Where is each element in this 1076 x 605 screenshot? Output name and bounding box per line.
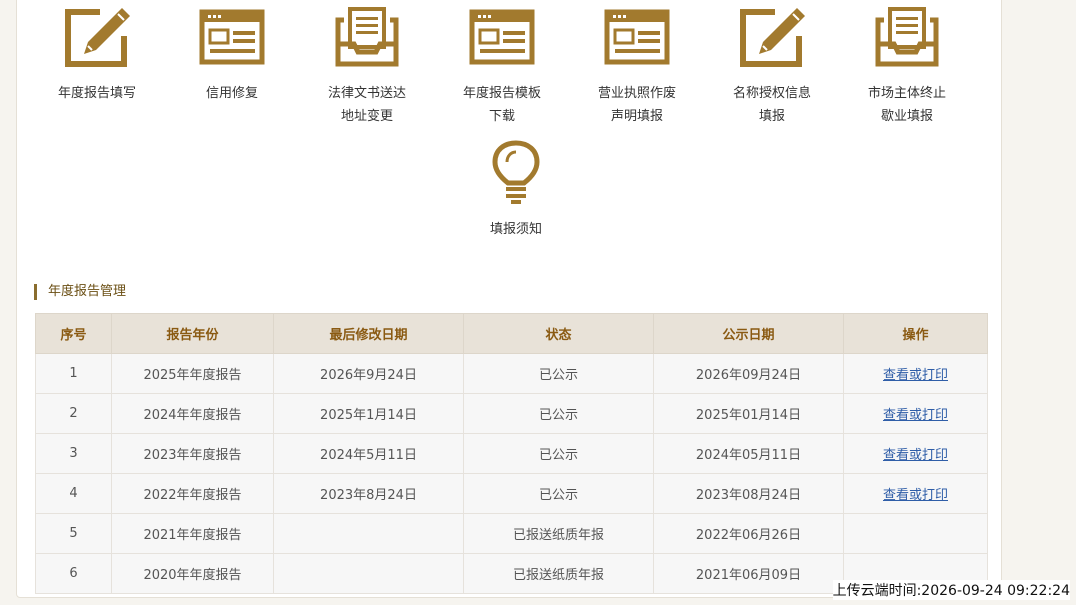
tile-legal-address-change[interactable]: 法律文书送达 地址变更 — [299, 6, 435, 128]
tile-label-line1: 填报须知 — [489, 222, 542, 237]
cell-publish-date: 2025年01月14日 — [653, 393, 844, 434]
table-row: 3 2023年年度报告 2024年5月11日 已公示 2024年05月11日 查看或打印 — [35, 433, 988, 474]
cell-status: 已公示 — [463, 353, 654, 394]
tile-label: 信用修复 — [164, 82, 300, 105]
pencil-edit-icon — [704, 6, 840, 68]
cell-last-modified: 2025年1月14日 — [273, 393, 464, 434]
tile-license-void-declaration[interactable]: 营业执照作废 声明填报 — [569, 6, 705, 128]
view-print-link[interactable]: 查看或打印 — [883, 368, 948, 383]
header-status: 状态 — [463, 313, 654, 354]
table-row: 2 2024年年度报告 2025年1月14日 已公示 2025年01月14日 查看或打印 — [35, 393, 988, 434]
tile-label-line2: 声明填报 — [610, 109, 663, 124]
header-index: 序号 — [35, 313, 112, 354]
cell-last-modified — [273, 553, 464, 594]
cell-report-year: 2022年年度报告 — [111, 473, 274, 514]
view-print-link[interactable]: 查看或打印 — [883, 488, 948, 503]
browser-window-icon — [164, 6, 300, 68]
cell-action — [843, 513, 988, 554]
table-row: 4 2022年年度报告 2023年8月24日 已公示 2023年08月24日 查看或打印 — [35, 473, 988, 514]
cell-action: 查看或打印 — [843, 353, 988, 394]
tile-label-line2: 地址变更 — [340, 109, 393, 124]
tile-entity-termination[interactable]: 市场主体终止 歇业填报 — [839, 6, 975, 128]
view-print-link[interactable]: 查看或打印 — [883, 448, 948, 463]
cell-index: 1 — [35, 353, 112, 394]
tile-label: 市场主体终止 歇业填报 — [839, 82, 975, 128]
section-title: 年度报告管理 — [34, 284, 126, 300]
cell-index: 4 — [35, 473, 112, 514]
lightbulb-icon — [448, 140, 584, 204]
table-row: 5 2021年年度报告 已报送纸质年报 2022年06月26日 — [35, 513, 988, 554]
cell-report-year: 2021年年度报告 — [111, 513, 274, 554]
cell-publish-date: 2024年05月11日 — [653, 433, 844, 474]
tile-report-template-download[interactable]: 年度报告模板 下载 — [434, 6, 570, 128]
tile-label-line1: 法律文书送达 — [327, 86, 406, 101]
tile-label-line2: 歇业填报 — [880, 109, 933, 124]
browser-window-icon — [434, 6, 570, 68]
tile-credit-repair[interactable]: 信用修复 — [164, 6, 300, 105]
cell-last-modified — [273, 513, 464, 554]
table-row: 1 2025年年度报告 2026年9月24日 已公示 2026年09月24日 查看或打印 — [35, 353, 988, 394]
tile-label: 法律文书送达 地址变更 — [299, 82, 435, 128]
tile-label-line1: 年度报告填写 — [57, 86, 136, 101]
cell-publish-date: 2022年06月26日 — [653, 513, 844, 554]
tile-label: 营业执照作废 声明填报 — [569, 82, 705, 128]
cell-index: 5 — [35, 513, 112, 554]
cell-index: 3 — [35, 433, 112, 474]
cell-action: 查看或打印 — [843, 433, 988, 474]
document-tray-icon — [299, 6, 435, 68]
cell-report-year: 2024年年度报告 — [111, 393, 274, 434]
tile-annual-report-fill[interactable]: 年度报告填写 — [29, 6, 165, 105]
table-header-row: 序号 报告年份 最后修改日期 状态 公示日期 操作 — [35, 313, 988, 354]
tile-label: 年度报告模板 下载 — [434, 82, 570, 128]
cell-last-modified: 2026年9月24日 — [273, 353, 464, 394]
annual-report-table: 序号 报告年份 最后修改日期 状态 公示日期 操作 1 2025年年度报告 2026… — [35, 313, 988, 594]
cell-index: 2 — [35, 393, 112, 434]
cell-action: 查看或打印 — [843, 393, 988, 434]
header-publish-date: 公示日期 — [653, 313, 844, 354]
cell-publish-date: 2023年08月24日 — [653, 473, 844, 514]
cell-index: 6 — [35, 553, 112, 594]
cell-status: 已公示 — [463, 433, 654, 474]
cell-report-year: 2025年年度报告 — [111, 353, 274, 394]
cell-report-year: 2023年年度报告 — [111, 433, 274, 474]
tile-name-authorization[interactable]: 名称授权信息 填报 — [704, 6, 840, 128]
tile-filing-notice[interactable]: 填报须知 — [448, 140, 584, 241]
browser-window-icon — [569, 6, 705, 68]
tile-label: 年度报告填写 — [29, 82, 165, 105]
cell-status: 已公示 — [463, 473, 654, 514]
cell-last-modified: 2024年5月11日 — [273, 433, 464, 474]
view-print-link[interactable]: 查看或打印 — [883, 408, 948, 423]
document-tray-icon — [839, 6, 975, 68]
cell-status: 已公示 — [463, 393, 654, 434]
header-report-year: 报告年份 — [111, 313, 274, 354]
upload-time-label: 上传云端时间:2026-09-24 09:22:24 — [832, 580, 1070, 600]
cell-report-year: 2020年年度报告 — [111, 553, 274, 594]
tile-label-line1: 年度报告模板 — [462, 86, 541, 101]
tile-label: 名称授权信息 填报 — [704, 82, 840, 128]
cell-status: 已报送纸质年报 — [463, 553, 654, 594]
cell-publish-date: 2021年06月09日 — [653, 553, 844, 594]
tile-label-line1: 名称授权信息 — [732, 86, 811, 101]
tile-label-line2: 下载 — [488, 109, 515, 124]
tile-label-line1: 信用修复 — [205, 86, 258, 101]
header-action: 操作 — [843, 313, 988, 354]
tile-label-line1: 营业执照作废 — [597, 86, 676, 101]
tile-label-line1: 市场主体终止 — [867, 86, 946, 101]
tile-label: 填报须知 — [448, 218, 584, 241]
cell-status: 已报送纸质年报 — [463, 513, 654, 554]
cell-last-modified: 2023年8月24日 — [273, 473, 464, 514]
header-last-modified: 最后修改日期 — [273, 313, 464, 354]
pencil-edit-icon — [29, 6, 165, 68]
cell-publish-date: 2026年09月24日 — [653, 353, 844, 394]
cell-action: 查看或打印 — [843, 473, 988, 514]
tile-label-line2: 填报 — [758, 109, 785, 124]
